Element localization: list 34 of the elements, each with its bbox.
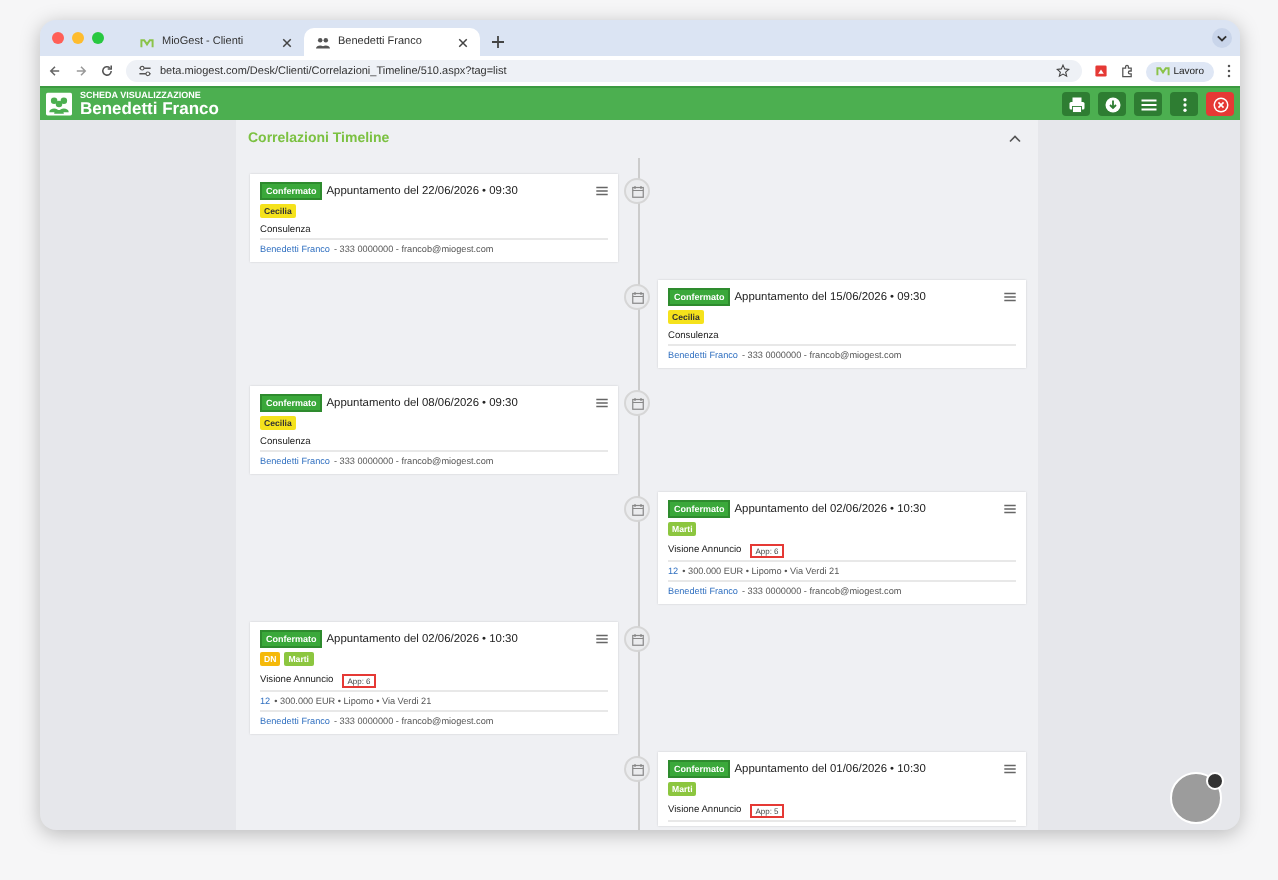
download-icon: [1103, 95, 1121, 113]
menu-icon[interactable]: [1004, 504, 1016, 514]
chevron-down-icon[interactable]: [1212, 28, 1232, 48]
m-logo-icon: [140, 35, 154, 49]
menu-icon[interactable]: [596, 186, 608, 196]
close-button[interactable]: [1206, 92, 1234, 116]
extension-icon[interactable]: [1093, 64, 1108, 78]
close-icon: [1211, 95, 1229, 113]
menu-icon[interactable]: [596, 634, 608, 644]
reload-icon[interactable]: [100, 64, 114, 78]
more-icon[interactable]: [1226, 64, 1232, 78]
star-icon[interactable]: [1055, 64, 1070, 78]
menu-icon[interactable]: [1004, 292, 1016, 302]
chat-icon[interactable]: [1206, 772, 1224, 790]
more-button[interactable]: [1170, 92, 1198, 116]
menu-icon: [1139, 95, 1157, 113]
avatar-placeholder[interactable]: [1170, 772, 1222, 824]
print-button[interactable]: [1062, 92, 1090, 116]
site-settings-icon: [138, 64, 152, 78]
print-icon: [1067, 95, 1085, 113]
chevron-up-icon[interactable]: [1008, 134, 1022, 144]
download-button[interactable]: [1098, 92, 1126, 116]
header-title: Benedetti Franco: [80, 100, 219, 117]
menu-icon[interactable]: [596, 398, 608, 408]
menu-icon[interactable]: [1004, 764, 1016, 774]
m-logo-icon: [1155, 64, 1170, 78]
puzzle-icon[interactable]: [1119, 64, 1134, 78]
menu-button[interactable]: [1134, 92, 1162, 116]
plus-icon[interactable]: [492, 36, 504, 48]
close-icon[interactable]: [458, 37, 468, 47]
close-icon[interactable]: [282, 37, 292, 47]
back-arrow-icon[interactable]: [48, 64, 62, 78]
forward-arrow-icon[interactable]: [74, 64, 88, 78]
people-icon: [316, 35, 330, 49]
